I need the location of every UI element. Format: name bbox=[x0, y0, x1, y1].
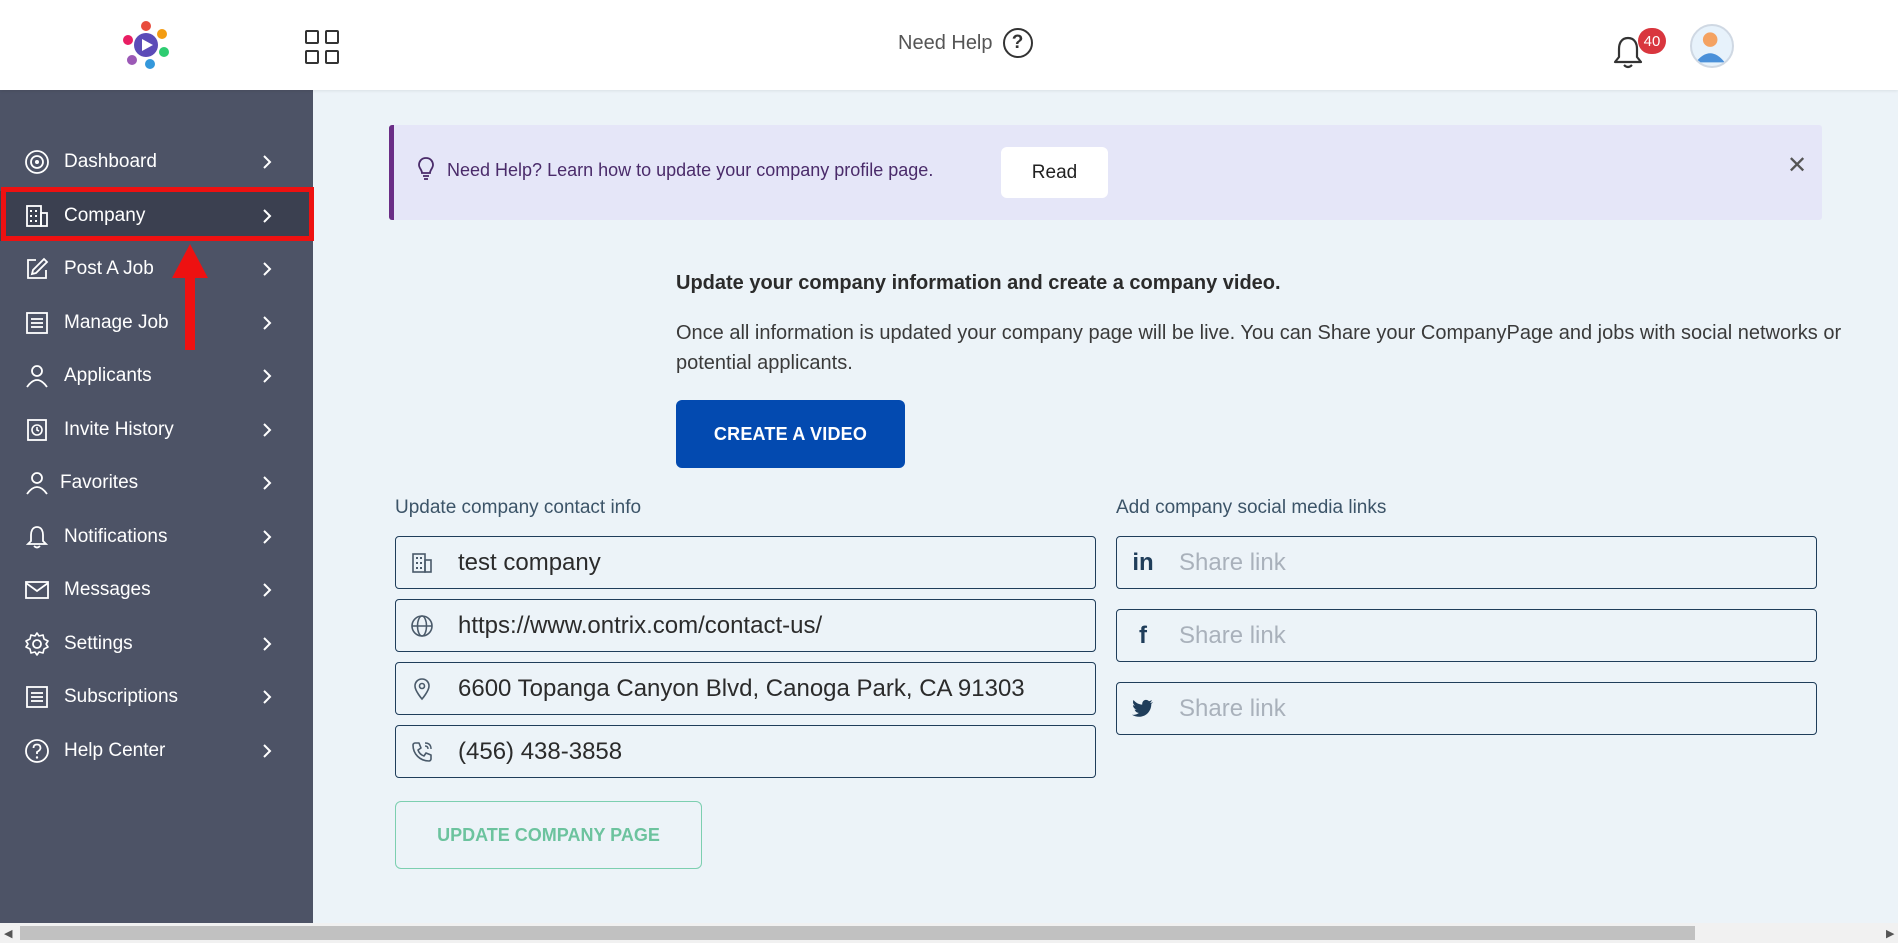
phone-icon bbox=[412, 741, 432, 762]
chevron-right-icon bbox=[263, 316, 272, 330]
chevron-right-icon bbox=[263, 209, 272, 223]
address-field[interactable] bbox=[395, 662, 1096, 715]
chevron-right-icon bbox=[263, 583, 272, 597]
bell-icon bbox=[25, 526, 49, 549]
list-icon bbox=[26, 312, 48, 334]
top-header: Need Help ? 40 bbox=[0, 0, 1898, 90]
notification-count-badge: 40 bbox=[1638, 28, 1666, 54]
sidebar-item-dashboard[interactable]: Dashboard bbox=[0, 137, 313, 187]
sidebar-item-label: Company bbox=[64, 205, 146, 226]
sidebar-item-applicants[interactable]: Applicants bbox=[0, 351, 313, 401]
sidebar-item-label: Invite History bbox=[64, 419, 174, 440]
phone-field[interactable] bbox=[395, 725, 1096, 778]
sidebar-item-label: Messages bbox=[64, 579, 151, 600]
website-input[interactable] bbox=[458, 600, 1085, 651]
building-icon bbox=[412, 552, 432, 573]
mail-icon bbox=[25, 581, 49, 599]
linkedin-input[interactable] bbox=[1179, 537, 1806, 588]
phone-input[interactable] bbox=[458, 726, 1085, 777]
close-icon[interactable]: ✕ bbox=[1787, 151, 1807, 180]
chevron-right-icon bbox=[263, 262, 272, 276]
sidebar-item-favorites[interactable]: Favorites bbox=[0, 458, 313, 508]
globe-icon bbox=[411, 614, 433, 637]
twitter-icon bbox=[1132, 699, 1153, 717]
chevron-right-icon bbox=[263, 744, 272, 758]
building-icon bbox=[26, 205, 48, 227]
contact-section-heading: Update company contact info bbox=[395, 497, 642, 518]
intro-title: Update your company information and crea… bbox=[676, 272, 1281, 294]
sidebar-item-manage-job[interactable]: Manage Job bbox=[0, 298, 313, 348]
chevron-right-icon bbox=[263, 690, 272, 704]
intro-description-line-1: Once all information is updated your com… bbox=[676, 322, 1842, 344]
need-help-link[interactable]: Need Help ? bbox=[898, 28, 1033, 58]
linkedin-icon: in bbox=[1132, 548, 1154, 576]
social-section-heading: Add company social media links bbox=[1116, 497, 1387, 518]
scroll-left-arrow-icon[interactable]: ◀ bbox=[4, 927, 12, 940]
chevron-right-icon bbox=[263, 369, 272, 383]
scroll-right-arrow-icon[interactable]: ▶ bbox=[1886, 927, 1894, 940]
sidebar-item-settings[interactable]: Settings bbox=[0, 619, 313, 669]
sidebar-item-label: Manage Job bbox=[64, 312, 169, 333]
sidebar-item-post-a-job[interactable]: Post A Job bbox=[0, 244, 313, 294]
scrollbar-thumb[interactable] bbox=[20, 926, 1695, 940]
sidebar-item-label: Applicants bbox=[64, 365, 152, 386]
sidebar-nav: Dashboard Company Post A Job Manage Job … bbox=[0, 90, 313, 943]
chevron-right-icon bbox=[263, 476, 272, 490]
location-pin-icon bbox=[414, 677, 430, 700]
sidebar-item-label: Favorites bbox=[60, 472, 139, 493]
twitter-input[interactable] bbox=[1179, 683, 1806, 734]
facebook-icon: f bbox=[1139, 621, 1147, 649]
twitter-field[interactable] bbox=[1116, 682, 1817, 735]
sidebar-item-company[interactable]: Company bbox=[0, 191, 313, 241]
intro-description-line-2: potential applicants. bbox=[676, 352, 853, 374]
company-name-field[interactable] bbox=[395, 536, 1096, 589]
horizontal-scrollbar[interactable]: ◀ ▶ bbox=[0, 923, 1898, 943]
banner-text: Need Help? Learn how to update your comp… bbox=[447, 160, 934, 180]
linkedin-field[interactable]: in bbox=[1116, 536, 1817, 589]
need-help-label: Need Help bbox=[898, 31, 993, 54]
list-icon bbox=[26, 686, 48, 708]
read-button[interactable]: Read bbox=[1001, 147, 1108, 198]
company-name-input[interactable] bbox=[458, 537, 1085, 588]
lightbulb-icon bbox=[418, 157, 434, 180]
address-input[interactable] bbox=[458, 663, 1085, 714]
user-icon bbox=[26, 472, 48, 495]
sidebar-item-messages[interactable]: Messages bbox=[0, 565, 313, 615]
update-company-page-button[interactable]: UPDATE COMPANY PAGE bbox=[395, 801, 702, 869]
sidebar-item-label: Post A Job bbox=[64, 258, 154, 279]
facebook-field[interactable]: f bbox=[1116, 609, 1817, 662]
create-video-button[interactable]: CREATE A VIDEO bbox=[676, 400, 905, 468]
apps-grid-icon[interactable] bbox=[305, 30, 339, 64]
sidebar-item-label: Settings bbox=[64, 633, 133, 654]
up-arrow-annotation-icon bbox=[172, 244, 208, 350]
history-icon bbox=[27, 419, 47, 441]
sidebar-item-label: Dashboard bbox=[64, 151, 157, 172]
chevron-right-icon bbox=[263, 637, 272, 651]
sidebar-item-help-center[interactable]: Help Center bbox=[0, 726, 313, 776]
sidebar-item-invite-history[interactable]: Invite History bbox=[0, 405, 313, 455]
help-banner: Need Help? Learn how to update your comp… bbox=[389, 125, 1822, 220]
sidebar-item-notifications[interactable]: Notifications bbox=[0, 512, 313, 562]
user-icon bbox=[26, 365, 48, 388]
sidebar-item-subscriptions[interactable]: Subscriptions bbox=[0, 672, 313, 722]
chevron-right-icon bbox=[263, 155, 272, 169]
sidebar-item-label: Subscriptions bbox=[64, 686, 179, 707]
company-logo[interactable] bbox=[120, 18, 172, 70]
chevron-right-icon bbox=[263, 530, 272, 544]
help-icon bbox=[25, 739, 49, 763]
dashboard-icon bbox=[25, 150, 49, 174]
user-avatar[interactable] bbox=[1690, 24, 1734, 68]
sidebar-item-label: Help Center bbox=[64, 740, 166, 761]
sidebar-item-label: Notifications bbox=[64, 526, 168, 547]
question-circle-icon: ? bbox=[1002, 28, 1033, 58]
chevron-right-icon bbox=[263, 423, 272, 437]
website-field[interactable] bbox=[395, 599, 1096, 652]
facebook-input[interactable] bbox=[1179, 610, 1806, 661]
edit-icon bbox=[27, 257, 49, 279]
intro-description: Once all information is updated your com… bbox=[676, 318, 1898, 378]
gear-icon bbox=[25, 632, 49, 656]
